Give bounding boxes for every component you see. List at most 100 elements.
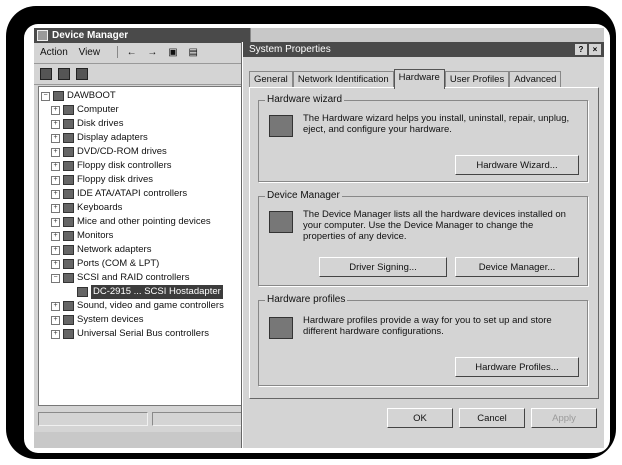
tree-item-label: Universal Serial Bus controllers	[77, 328, 209, 339]
system-properties-dialog: System Properties ? × General Network Id…	[242, 42, 604, 448]
tab-advanced[interactable]: Advanced	[509, 71, 562, 88]
device-manager-button[interactable]: Device Manager...	[455, 257, 579, 277]
tree-item-selected[interactable]: DC-2915 ... SCSI Hostadapter	[65, 285, 245, 299]
device-manager-titlebar[interactable]: Device Manager	[34, 28, 250, 43]
tree-item-label: Ports (COM & LPT)	[77, 258, 160, 269]
hardware-profiles-button[interactable]: Hardware Profiles...	[455, 357, 579, 377]
tab-user-profiles[interactable]: User Profiles	[444, 71, 510, 88]
expand-icon[interactable]: +	[51, 162, 60, 171]
keyboard-icon	[63, 203, 74, 213]
system-properties-title: System Properties	[249, 44, 331, 55]
tab-network-identification[interactable]: Network Identification	[292, 71, 394, 88]
ok-button[interactable]: OK	[387, 408, 453, 428]
frame-inner: Device Manager Action View ← → ▣ ▤ − DAW…	[24, 24, 610, 453]
tab-strip: General Network Identification Hardware …	[249, 69, 562, 89]
tree-item[interactable]: + Sound, video and game controllers	[51, 299, 241, 313]
hardware-wizard-button[interactable]: Hardware Wizard...	[455, 155, 579, 175]
tree-item[interactable]: + Network adapters	[51, 243, 241, 257]
tree-root-label: DAWBOOT	[67, 90, 116, 101]
cancel-button[interactable]: Cancel	[459, 408, 525, 428]
tree-item[interactable]: + Monitors	[51, 229, 241, 243]
tree-item[interactable]: + Display adapters	[51, 131, 241, 145]
expand-icon[interactable]: +	[51, 330, 60, 339]
device-manager-menubar: Action View ← → ▣ ▤	[34, 43, 250, 64]
properties-icon[interactable]: ▤	[188, 47, 197, 58]
sound-icon	[63, 301, 74, 311]
tree-item[interactable]: − SCSI and RAID controllers	[51, 271, 241, 285]
tree-root[interactable]: − DAWBOOT	[41, 89, 241, 103]
tree-item-label: Floppy disk drives	[77, 174, 154, 185]
help-button[interactable]: ?	[575, 44, 587, 55]
tree-item[interactable]: + Floppy disk controllers	[51, 159, 241, 173]
hardware-profiles-icon	[269, 317, 293, 339]
photo-frame: Device Manager Action View ← → ▣ ▤ − DAW…	[6, 6, 616, 459]
up-folder-icon[interactable]: ▣	[168, 47, 177, 58]
expand-icon[interactable]: +	[51, 120, 60, 129]
scsi-adapter-icon	[77, 287, 88, 297]
tree-item-label: IDE ATA/ATAPI controllers	[77, 188, 188, 199]
back-arrow-icon[interactable]: ←	[127, 47, 137, 58]
device-manager-text: The Device Manager lists all the hardwar…	[303, 209, 566, 242]
device-tree[interactable]: − DAWBOOT + Computer + Disk drives + Dis…	[38, 86, 248, 406]
expand-icon[interactable]: +	[51, 218, 60, 227]
disk-drive-icon	[63, 119, 74, 129]
expand-icon[interactable]: +	[51, 190, 60, 199]
apply-button[interactable]: Apply	[531, 408, 597, 428]
tree-item[interactable]: + Universal Serial Bus controllers	[51, 327, 241, 341]
tree-item-label: Floppy disk controllers	[77, 160, 172, 171]
tree-item[interactable]: + Disk drives	[51, 117, 241, 131]
tree-item-label: DVD/CD-ROM drives	[77, 146, 167, 157]
scan-hardware-icon[interactable]	[58, 68, 70, 80]
expand-icon[interactable]: +	[51, 106, 60, 115]
close-button[interactable]: ×	[589, 44, 601, 55]
help-icon[interactable]	[76, 68, 88, 80]
tree-item-label: Mice and other pointing devices	[77, 216, 211, 227]
device-manager-title: Device Manager	[52, 30, 129, 41]
hardware-profiles-group: Hardware profiles Hardware profiles prov…	[258, 294, 588, 386]
tree-item-label: Sound, video and game controllers	[77, 300, 224, 311]
expand-icon[interactable]: +	[51, 176, 60, 185]
device-manager-app-icon	[37, 30, 48, 41]
expand-icon[interactable]: +	[51, 204, 60, 213]
system-properties-titlebar[interactable]: System Properties ? ×	[243, 42, 604, 57]
tab-hardware[interactable]: Hardware	[393, 69, 445, 89]
forward-arrow-icon[interactable]: →	[147, 47, 157, 58]
device-manager-window: Device Manager Action View ← → ▣ ▤ − DAW…	[34, 28, 251, 432]
tree-item[interactable]: + DVD/CD-ROM drives	[51, 145, 241, 159]
tree-item[interactable]: + Ports (COM & LPT)	[51, 257, 241, 271]
tree-item[interactable]: + IDE ATA/ATAPI controllers	[51, 187, 241, 201]
tree-item[interactable]: + Mice and other pointing devices	[51, 215, 241, 229]
tree-item-label: Disk drives	[77, 118, 124, 129]
tree-item[interactable]: + System devices	[51, 313, 241, 327]
collapse-icon[interactable]: −	[51, 274, 60, 283]
tab-general[interactable]: General	[249, 71, 293, 88]
title-buttons: ? ×	[575, 44, 601, 55]
desktop-screen: Device Manager Action View ← → ▣ ▤ − DAW…	[34, 28, 604, 448]
tree-item-label: SCSI and RAID controllers	[77, 272, 190, 283]
tree-item[interactable]: + Floppy disk drives	[51, 173, 241, 187]
expand-icon[interactable]: +	[51, 302, 60, 311]
menu-view[interactable]: View	[79, 47, 101, 58]
expand-icon[interactable]: +	[51, 246, 60, 255]
print-icon[interactable]	[40, 68, 52, 80]
system-device-icon	[63, 315, 74, 325]
floppy-controller-icon	[63, 161, 74, 171]
tree-item-label: Keyboards	[77, 202, 123, 213]
expand-icon[interactable]: +	[51, 316, 60, 325]
computer-icon	[53, 91, 64, 101]
port-icon	[63, 259, 74, 269]
hardware-wizard-group: Hardware wizard The Hardware wizard help…	[258, 94, 588, 182]
tree-item[interactable]: + Computer	[51, 103, 241, 117]
tree-item[interactable]: + Keyboards	[51, 201, 241, 215]
network-adapter-icon	[63, 245, 74, 255]
menu-action[interactable]: Action	[40, 47, 68, 58]
expand-icon[interactable]: +	[51, 148, 60, 157]
expand-icon[interactable]: +	[51, 260, 60, 269]
device-manager-toolbar	[34, 64, 250, 85]
scsi-controller-icon	[63, 273, 74, 283]
driver-signing-button[interactable]: Driver Signing...	[319, 257, 447, 277]
expand-icon[interactable]: +	[51, 232, 60, 241]
hardware-wizard-icon	[269, 115, 293, 137]
collapse-icon[interactable]: −	[41, 92, 50, 101]
expand-icon[interactable]: +	[51, 134, 60, 143]
